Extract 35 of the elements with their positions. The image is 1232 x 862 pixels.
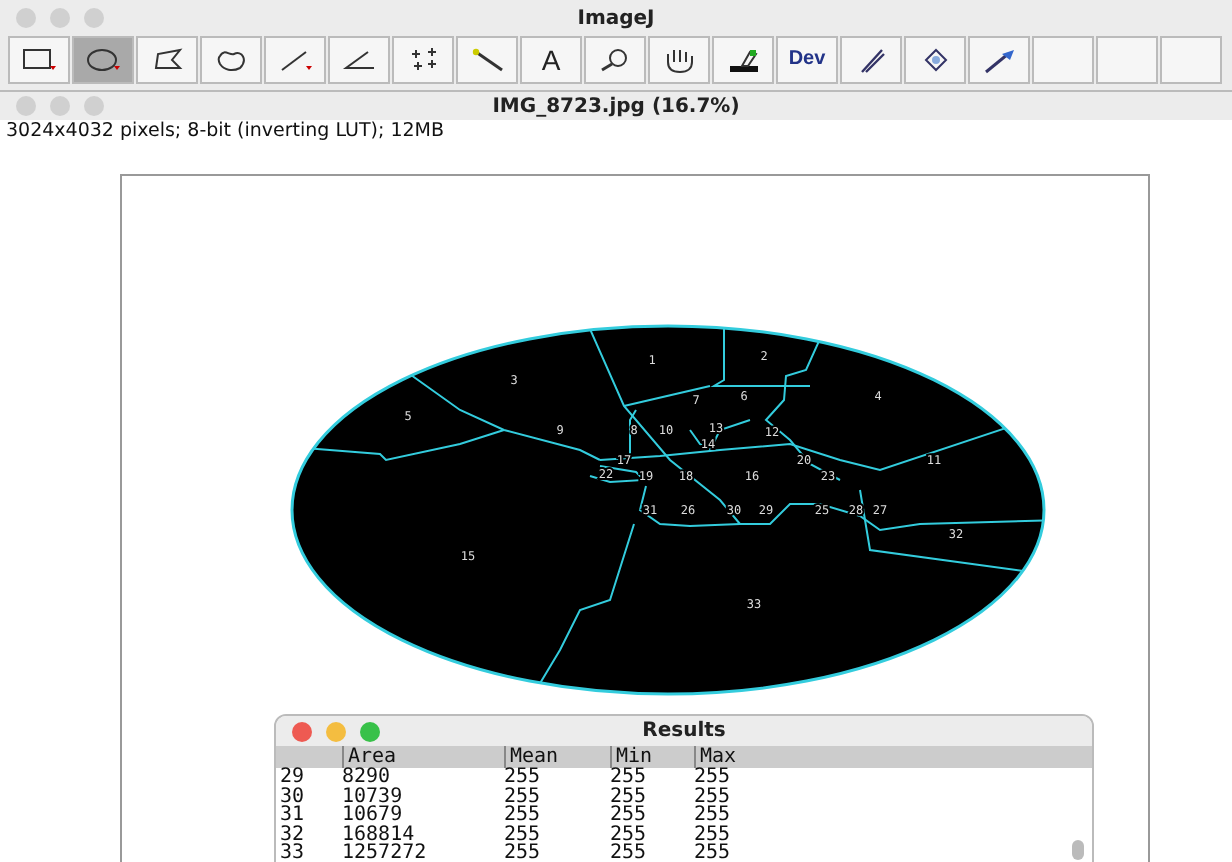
image-info: 3024x4032 pixels; 8-bit (inverting LUT); 12MB — [4, 120, 447, 144]
tool-button[interactable]: A — [520, 36, 582, 84]
window-title: ImageJ — [577, 7, 655, 29]
table-cell-text: 33 — [278, 844, 307, 862]
column-header[interactable]: Area — [342, 746, 504, 768]
table-cell-text: 10679 — [342, 806, 403, 826]
table-cell-text: 255 — [610, 787, 649, 807]
column-header[interactable]: Mean — [504, 746, 610, 768]
table-cell-text: 255 — [610, 768, 649, 788]
table-cell-text: 255 — [694, 844, 733, 862]
window-title: IMG_8723.jpg (16.7%) — [492, 95, 740, 117]
table-cell-text: 255 — [694, 825, 733, 845]
table-cell-text: 29 — [278, 768, 307, 788]
table-cell-text: 255 — [694, 806, 733, 826]
table-cell-text: 255 — [504, 787, 543, 807]
column-header[interactable]: Min — [610, 746, 694, 768]
table-cell-text: 255 — [504, 825, 543, 845]
table-cell-text: 255 — [504, 806, 543, 826]
table-cell-text: 10739 — [342, 787, 405, 807]
table-cell-text: 168814 — [342, 825, 415, 845]
table-cell-text: 255 — [694, 768, 733, 788]
tool-button[interactable]: Dev — [776, 36, 838, 84]
table-cell-text: 255 — [610, 806, 649, 826]
table-cell-text: 31 — [278, 806, 307, 826]
table-cell-text: 30 — [278, 787, 307, 807]
table-cell-text: 255 — [504, 768, 543, 788]
table-cell-text: 32 — [278, 825, 307, 845]
table-cell-text: 255 — [610, 825, 649, 845]
table-cell-text: 8290 — [342, 768, 391, 788]
table-cell-text: 255 — [694, 787, 733, 807]
column-header[interactable]: Max — [694, 746, 782, 768]
table-cell-text: 255 — [504, 844, 543, 862]
table-cell-text: 1257272 — [342, 844, 429, 862]
window-title: Results — [642, 720, 726, 742]
table-cell-text: 255 — [610, 844, 649, 862]
